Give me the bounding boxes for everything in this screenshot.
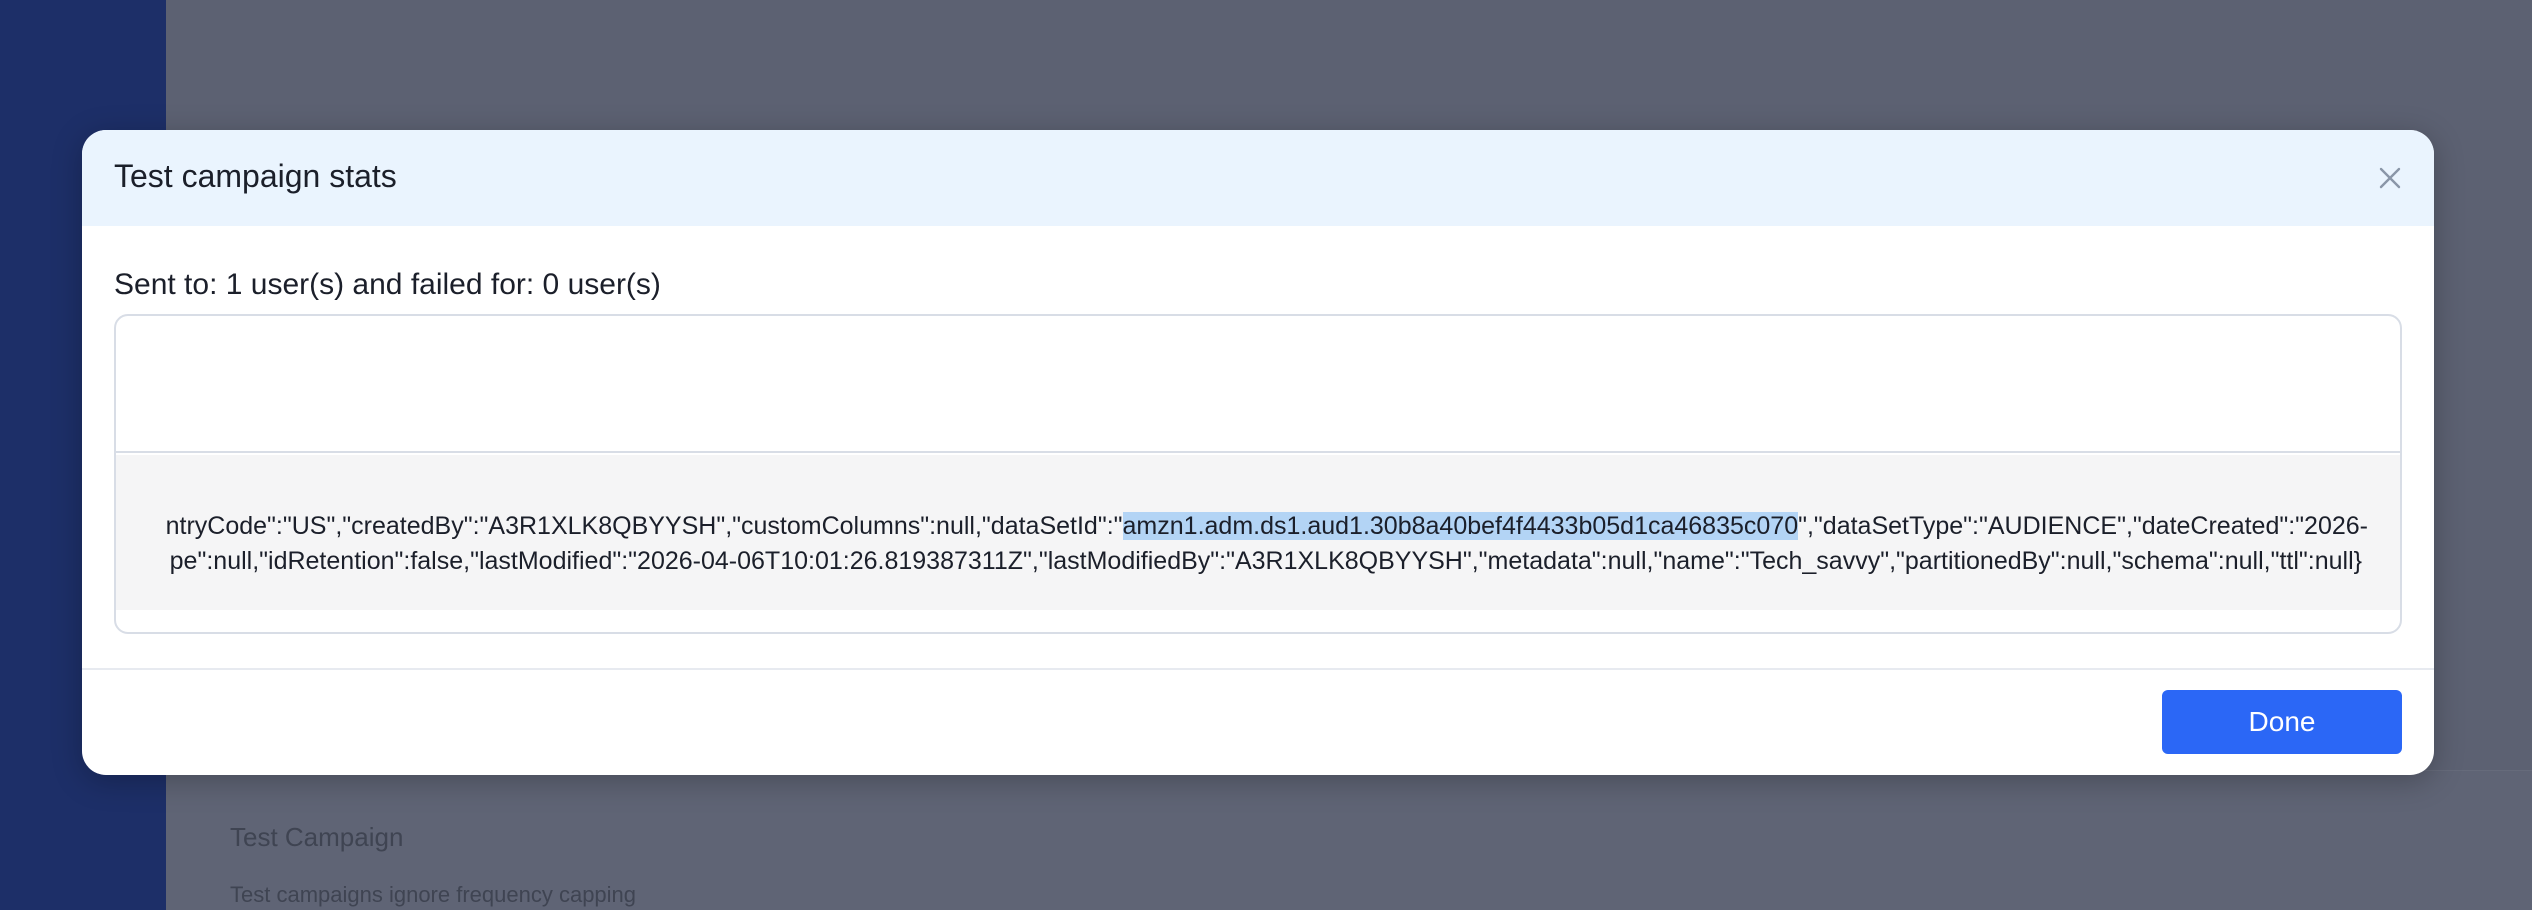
sent-summary: Sent to: 1 user(s) and failed for: 0 use… — [114, 268, 661, 301]
dialog-footer-divider — [82, 668, 2434, 670]
response-output-box[interactable]: ntryCode":"US","createdBy":"A3R1XLK8QBYY… — [114, 314, 2402, 634]
test-campaign-stats-dialog: Test campaign stats Sent to: 1 user(s) a… — [82, 130, 2434, 775]
done-button[interactable]: Done — [2162, 690, 2402, 754]
response-json-line-2: pe":null,"idRetention":false,"lastModifi… — [169, 547, 2362, 575]
dialog-title: Test campaign stats — [114, 158, 397, 194]
background-card-subtitle: Test campaigns ignore frequency capping — [230, 882, 637, 907]
response-json-line-1-suffix: ","dataSetType":"AUDIENCE","dateCreated"… — [1798, 512, 2368, 540]
selected-dataset-id: amzn1.adm.ds1.aud1.30b8a40bef4f4433b05d1… — [1122, 512, 1799, 540]
response-json[interactable]: ntryCode":"US","createdBy":"A3R1XLK8QBYY… — [116, 455, 2400, 610]
close-icon — [2379, 167, 2401, 189]
close-button[interactable] — [2368, 156, 2412, 200]
dialog-header: Test campaign stats — [82, 130, 2434, 226]
response-output-empty-area — [116, 316, 2400, 453]
response-json-line-1-prefix: ntryCode":"US","createdBy":"A3R1XLK8QBYY… — [165, 512, 1123, 540]
background-card-title: Test Campaign — [230, 822, 404, 852]
response-json-line-1: ntryCode":"US","createdBy":"A3R1XLK8QBYY… — [166, 509, 2368, 543]
